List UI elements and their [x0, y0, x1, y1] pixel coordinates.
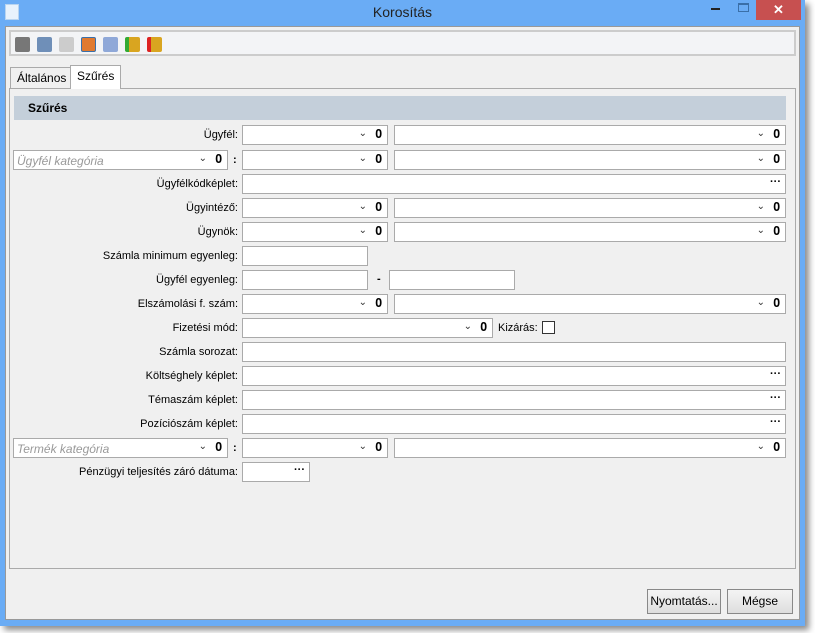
chevron-down-icon: ⌄: [358, 225, 367, 236]
chevron-down-icon: ⌄: [358, 128, 367, 139]
ugyfel-combo-2[interactable]: ⌄ 𝟎: [394, 125, 786, 145]
toolbar: [9, 30, 796, 56]
ugyfel-kategoria-value-2[interactable]: ⌄ 𝟎: [394, 150, 786, 170]
ellipsis-icon: ···: [770, 392, 781, 404]
paperclip-icon: 𝟎: [375, 224, 382, 238]
preview-icon[interactable]: [37, 37, 52, 52]
chevron-down-icon: ⌄: [358, 153, 367, 164]
label-szamla-min: Számla minimum egyenleg:: [102, 250, 238, 262]
print-button[interactable]: Nyomtatás...: [647, 589, 721, 614]
edit-icon[interactable]: [81, 37, 96, 52]
pozicioszam-field[interactable]: ···: [242, 414, 786, 434]
tab-altalanos[interactable]: Általános: [10, 67, 74, 89]
paperclip-icon: 𝟎: [773, 200, 780, 214]
kizaras-checkbox[interactable]: [542, 321, 555, 334]
paperclip-icon: 𝟎: [215, 152, 222, 166]
close-button[interactable]: ✕: [756, 0, 801, 20]
dash: -: [377, 273, 381, 285]
fizetesi-mod-combo[interactable]: ⌄ 𝟎: [242, 318, 493, 338]
egyenleg-to-field[interactable]: [389, 270, 515, 290]
label-ugyfel-egyenleg: Ügyfél egyenleg:: [156, 274, 238, 286]
calculator-icon[interactable]: [103, 37, 118, 52]
chevron-down-icon: ⌄: [756, 128, 765, 139]
szamla-min-field[interactable]: [242, 246, 368, 266]
chevron-down-icon: ⌄: [756, 201, 765, 212]
label-ugyfelkodkeplet: Ügyfélkódképlet:: [156, 178, 238, 190]
ugynok-combo[interactable]: ⌄ 𝟎: [242, 222, 388, 242]
chevron-down-icon: ⌄: [198, 441, 207, 452]
paperclip-icon: 𝟎: [773, 127, 780, 141]
paperclip-icon: 𝟎: [773, 224, 780, 238]
ugyfel-kategoria-value[interactable]: ⌄ 𝟎: [242, 150, 388, 170]
label-szamla-sorozat: Számla sorozat:: [159, 346, 238, 358]
label-pozicioszam: Pozíciószám képlet:: [140, 418, 238, 430]
temaszam-field[interactable]: ···: [242, 390, 786, 410]
szamla-sorozat-field[interactable]: [242, 342, 786, 362]
termek-kategoria-placeholder: Termék kategória: [17, 442, 110, 456]
egyenleg-from-field[interactable]: [242, 270, 368, 290]
koltseghely-field[interactable]: ···: [242, 366, 786, 386]
paperclip-icon: 𝟎: [375, 296, 382, 310]
app-icon: [5, 4, 19, 20]
paperclip-icon: 𝟎: [375, 440, 382, 454]
label-ugyfel: Ügyfél:: [203, 129, 238, 141]
chevron-down-icon: ⌄: [756, 225, 765, 236]
chevron-down-icon: ⌄: [358, 441, 367, 452]
paperclip-icon: 𝟎: [773, 440, 780, 454]
db-export-icon[interactable]: [147, 37, 162, 52]
paperclip-icon: 𝟎: [773, 152, 780, 166]
window-title: Korosítás: [372, 4, 433, 20]
ugyintezo-combo-2[interactable]: ⌄ 𝟎: [394, 198, 786, 218]
chevron-down-icon: ⌄: [358, 201, 367, 212]
elszamolasi-combo[interactable]: ⌄ 𝟎: [242, 294, 388, 314]
ugyfel-kategoria-combo[interactable]: ⌄ 𝟎 Ügyfél kategória: [13, 150, 228, 170]
chevron-down-icon: ⌄: [756, 153, 765, 164]
export-icon: [59, 37, 74, 52]
maximize-button[interactable]: [738, 3, 749, 12]
print-icon[interactable]: [15, 37, 30, 52]
label-ugynok: Ügynök:: [197, 226, 238, 238]
chevron-down-icon: ⌄: [198, 153, 207, 164]
label-ugyintezo: Ügyintéző:: [186, 202, 238, 214]
ugyfel-combo[interactable]: ⌄ 𝟎: [242, 125, 388, 145]
db-import-icon[interactable]: [125, 37, 140, 52]
ugyfelkodkeplet-field[interactable]: ···: [242, 174, 786, 194]
elszamolasi-combo-2[interactable]: ⌄ 𝟎: [394, 294, 786, 314]
chevron-down-icon: ⌄: [463, 321, 472, 332]
colon: :: [233, 442, 237, 454]
ugyfel-kategoria-placeholder: Ügyfél kategória: [17, 154, 104, 168]
label-temaszam: Témaszám képlet:: [148, 394, 238, 406]
cancel-button[interactable]: Mégse: [727, 589, 793, 614]
chevron-down-icon: ⌄: [358, 297, 367, 308]
label-kizaras: Kizárás:: [498, 322, 538, 334]
paperclip-icon: 𝟎: [375, 152, 382, 166]
label-koltseghely: Költséghely képlet:: [145, 370, 238, 382]
chevron-down-icon: ⌄: [756, 297, 765, 308]
ugynok-combo-2[interactable]: ⌄ 𝟎: [394, 222, 786, 242]
section-header: Szűrés: [14, 96, 786, 120]
paperclip-icon: 𝟎: [215, 440, 222, 454]
tab-szures[interactable]: Szűrés: [70, 65, 122, 89]
termek-kategoria-value-2[interactable]: ⌄ 𝟎: [394, 438, 786, 458]
ellipsis-icon: ···: [770, 176, 781, 188]
penzugyi-date-field[interactable]: ···: [242, 462, 310, 482]
ugyintezo-combo[interactable]: ⌄ 𝟎: [242, 198, 388, 218]
termek-kategoria-value[interactable]: ⌄ 𝟎: [242, 438, 388, 458]
termek-kategoria-combo[interactable]: ⌄ 𝟎 Termék kategória: [13, 438, 228, 458]
paperclip-icon: 𝟎: [480, 320, 487, 334]
ellipsis-icon: ···: [294, 464, 305, 476]
minimize-button[interactable]: [711, 8, 720, 10]
paperclip-icon: 𝟎: [773, 296, 780, 310]
colon: :: [233, 154, 237, 166]
label-elszamolasi: Elszámolási f. szám:: [137, 298, 238, 310]
label-fizetesi-mod: Fizetési mód:: [172, 322, 238, 334]
chevron-down-icon: ⌄: [756, 441, 765, 452]
ellipsis-icon: ···: [770, 416, 781, 428]
paperclip-icon: 𝟎: [375, 200, 382, 214]
ellipsis-icon: ···: [770, 368, 781, 380]
label-penzugyi: Pénzügyi teljesítés záró dátuma:: [79, 466, 238, 478]
paperclip-icon: 𝟎: [375, 127, 382, 141]
